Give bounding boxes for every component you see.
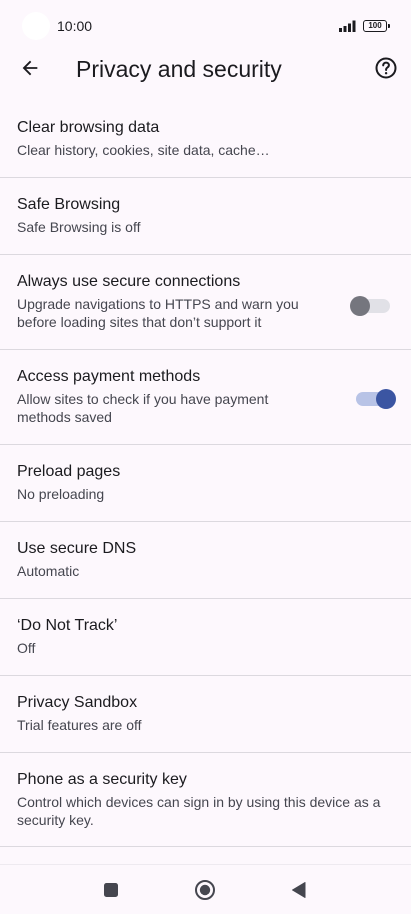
setting-subtitle: Upgrade navigations to HTTPS and warn yo… — [17, 296, 299, 330]
setting-title: Privacy Sandbox — [17, 694, 138, 711]
setting-safe-browsing[interactable]: Safe Browsing Safe Browsing is off — [0, 178, 411, 255]
setting-phone-security-key[interactable]: Phone as a security key Control which de… — [0, 753, 411, 847]
recents-button[interactable] — [98, 877, 124, 903]
system-back-button[interactable] — [286, 877, 312, 903]
home-button[interactable] — [192, 877, 218, 903]
setting-title: ‘Do Not Track’ — [17, 617, 118, 634]
setting-title: Always use secure connections — [17, 273, 241, 290]
setting-preload-pages[interactable]: Preload pages No preloading — [0, 445, 411, 522]
setting-title: Use secure DNS — [17, 540, 137, 557]
setting-title: Preload pages — [17, 463, 121, 480]
back-button[interactable] — [12, 50, 48, 86]
secure-connections-toggle[interactable] — [350, 296, 390, 316]
setting-title: Clear browsing data — [17, 119, 160, 136]
setting-subtitle: Clear history, cookies, site data, cache… — [17, 142, 270, 158]
settings-list: Clear browsing data Clear history, cooki… — [0, 101, 411, 847]
setting-subtitle: Trial features are off — [17, 717, 142, 733]
system-nav-bar — [0, 864, 411, 914]
setting-secure-dns[interactable]: Use secure DNS Automatic — [0, 522, 411, 599]
setting-subtitle: Allow sites to check if you have payment… — [17, 391, 269, 425]
setting-title: Safe Browsing — [17, 196, 121, 213]
setting-title: Access payment methods — [17, 368, 201, 385]
setting-subtitle: Safe Browsing is off — [17, 219, 141, 235]
toggle-knob — [376, 389, 396, 409]
setting-access-payment-methods[interactable]: Access payment methods Allow sites to ch… — [0, 350, 411, 445]
setting-subtitle: No preloading — [17, 486, 105, 502]
status-time: 10:00 — [57, 18, 93, 34]
help-button[interactable] — [368, 50, 404, 86]
circle-home-icon — [195, 880, 215, 900]
setting-subtitle: Control which devices can sign in by usi… — [17, 794, 381, 828]
triangle-back-icon — [292, 882, 306, 898]
signal-icon — [339, 20, 356, 32]
square-recents-icon — [104, 883, 118, 897]
setting-always-secure-connections[interactable]: Always use secure connections Upgrade na… — [0, 255, 411, 350]
setting-subtitle: Off — [17, 640, 36, 656]
arrow-back-icon — [22, 60, 38, 76]
setting-privacy-sandbox[interactable]: Privacy Sandbox Trial features are off — [0, 676, 411, 753]
help-circle-icon — [375, 57, 397, 79]
page-title: Privacy and security — [76, 56, 282, 82]
setting-clear-browsing-data[interactable]: Clear browsing data Clear history, cooki… — [0, 101, 411, 178]
setting-title: Phone as a security key — [17, 771, 187, 788]
setting-subtitle: Automatic — [17, 563, 80, 579]
setting-do-not-track[interactable]: ‘Do Not Track’ Off — [0, 599, 411, 676]
app-bar: Privacy and security — [0, 44, 411, 94]
toggle-knob — [350, 296, 370, 316]
camera-cutout — [22, 12, 50, 40]
battery-icon: 100 — [363, 20, 390, 32]
payment-methods-toggle[interactable] — [356, 389, 396, 409]
